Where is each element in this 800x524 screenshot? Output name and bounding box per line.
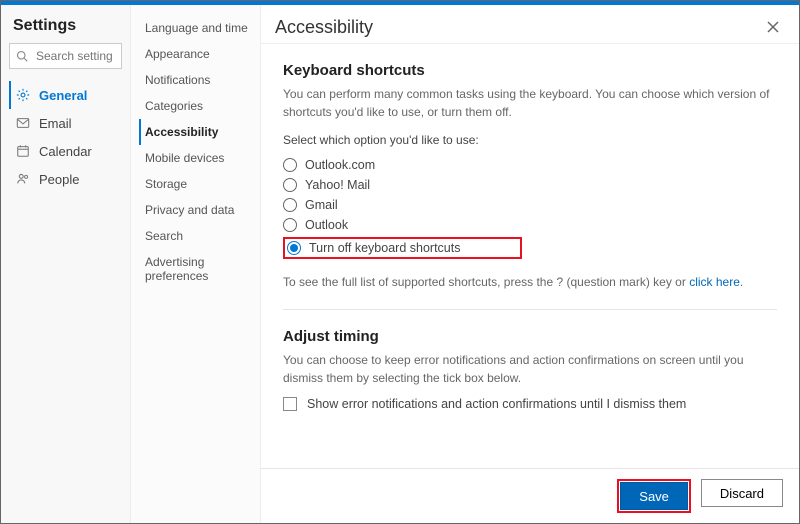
- radio-icon: [283, 218, 297, 232]
- section-heading: Keyboard shortcuts: [283, 62, 777, 79]
- calendar-icon: [15, 143, 31, 159]
- radio-label: Gmail: [305, 198, 338, 212]
- primary-nav: General Email Calendar: [9, 81, 122, 193]
- subnav-item-privacy-data[interactable]: Privacy and data: [139, 197, 252, 223]
- subnav-item-language-time[interactable]: Language and time: [139, 15, 252, 41]
- radio-option-turn-off[interactable]: Turn off keyboard shortcuts: [287, 241, 460, 255]
- radio-label: Yahoo! Mail: [305, 178, 370, 192]
- radio-icon: [283, 178, 297, 192]
- secondary-nav: Language and time Appearance Notificatio…: [139, 15, 252, 289]
- save-button[interactable]: Save: [620, 482, 688, 510]
- checkbox-icon: [283, 397, 297, 411]
- nav-item-people[interactable]: People: [9, 165, 122, 193]
- radio-option-gmail[interactable]: Gmail: [283, 195, 777, 215]
- subnav-item-storage[interactable]: Storage: [139, 171, 252, 197]
- primary-sidebar: Settings General Email: [1, 5, 131, 523]
- checkbox-label: Show error notifications and action conf…: [307, 397, 686, 411]
- gear-icon: [15, 87, 31, 103]
- close-button[interactable]: [761, 15, 785, 39]
- nav-label: Email: [39, 116, 72, 131]
- radio-icon: [283, 198, 297, 212]
- subnav-item-notifications[interactable]: Notifications: [139, 67, 252, 93]
- subnav-item-search[interactable]: Search: [139, 223, 252, 249]
- section-divider: [283, 309, 777, 310]
- nav-label: Calendar: [39, 144, 92, 159]
- panel-header: Accessibility: [261, 5, 799, 43]
- discard-button[interactable]: Discard: [701, 479, 783, 507]
- highlighted-radio-option: Turn off keyboard shortcuts: [283, 237, 522, 259]
- subnav-item-appearance[interactable]: Appearance: [139, 41, 252, 67]
- settings-window: Settings General Email: [0, 0, 800, 524]
- shortcuts-help-text: To see the full list of supported shortc…: [283, 273, 777, 291]
- close-icon: [766, 20, 780, 34]
- radio-group-label: Select which option you'd like to use:: [283, 131, 777, 149]
- page-title: Settings: [13, 17, 122, 35]
- click-here-link[interactable]: click here: [689, 275, 740, 289]
- checkbox-show-confirmations[interactable]: Show error notifications and action conf…: [283, 397, 777, 411]
- radio-label: Outlook: [305, 218, 348, 232]
- section-keyboard-shortcuts: Keyboard shortcuts You can perform many …: [283, 62, 777, 291]
- nav-label: People: [39, 172, 79, 187]
- panel-title: Accessibility: [275, 17, 373, 38]
- secondary-sidebar: Language and time Appearance Notificatio…: [131, 5, 261, 523]
- nav-item-calendar[interactable]: Calendar: [9, 137, 122, 165]
- mail-icon: [15, 115, 31, 131]
- radio-option-yahoo[interactable]: Yahoo! Mail: [283, 175, 777, 195]
- search-field[interactable]: [9, 43, 122, 69]
- panel-footer: Save Discard: [261, 468, 799, 523]
- people-icon: [15, 171, 31, 187]
- subnav-item-categories[interactable]: Categories: [139, 93, 252, 119]
- radio-option-outlook[interactable]: Outlook: [283, 215, 777, 235]
- section-heading: Adjust timing: [283, 328, 777, 345]
- radio-option-outlookcom[interactable]: Outlook.com: [283, 155, 777, 175]
- window-body: Settings General Email: [1, 5, 799, 523]
- search-input[interactable]: [34, 48, 115, 64]
- subnav-item-advertising[interactable]: Advertising preferences: [139, 249, 252, 289]
- subnav-item-accessibility[interactable]: Accessibility: [139, 119, 252, 145]
- section-description: You can perform many common tasks using …: [283, 85, 777, 121]
- radio-label: Outlook.com: [305, 158, 375, 172]
- content-panel: Accessibility Keyboard shortcuts You can…: [261, 5, 799, 523]
- radio-label: Turn off keyboard shortcuts: [309, 241, 460, 255]
- nav-label: General: [39, 88, 87, 103]
- section-adjust-timing: Adjust timing You can choose to keep err…: [283, 328, 777, 411]
- section-description: You can choose to keep error notificatio…: [283, 351, 777, 387]
- highlighted-save-button: Save: [617, 479, 691, 513]
- search-icon: [16, 50, 28, 62]
- nav-item-email[interactable]: Email: [9, 109, 122, 137]
- subnav-item-mobile-devices[interactable]: Mobile devices: [139, 145, 252, 171]
- radio-icon: [287, 241, 301, 255]
- radio-icon: [283, 158, 297, 172]
- nav-item-general[interactable]: General: [9, 81, 122, 109]
- panel-body: Keyboard shortcuts You can perform many …: [261, 43, 799, 468]
